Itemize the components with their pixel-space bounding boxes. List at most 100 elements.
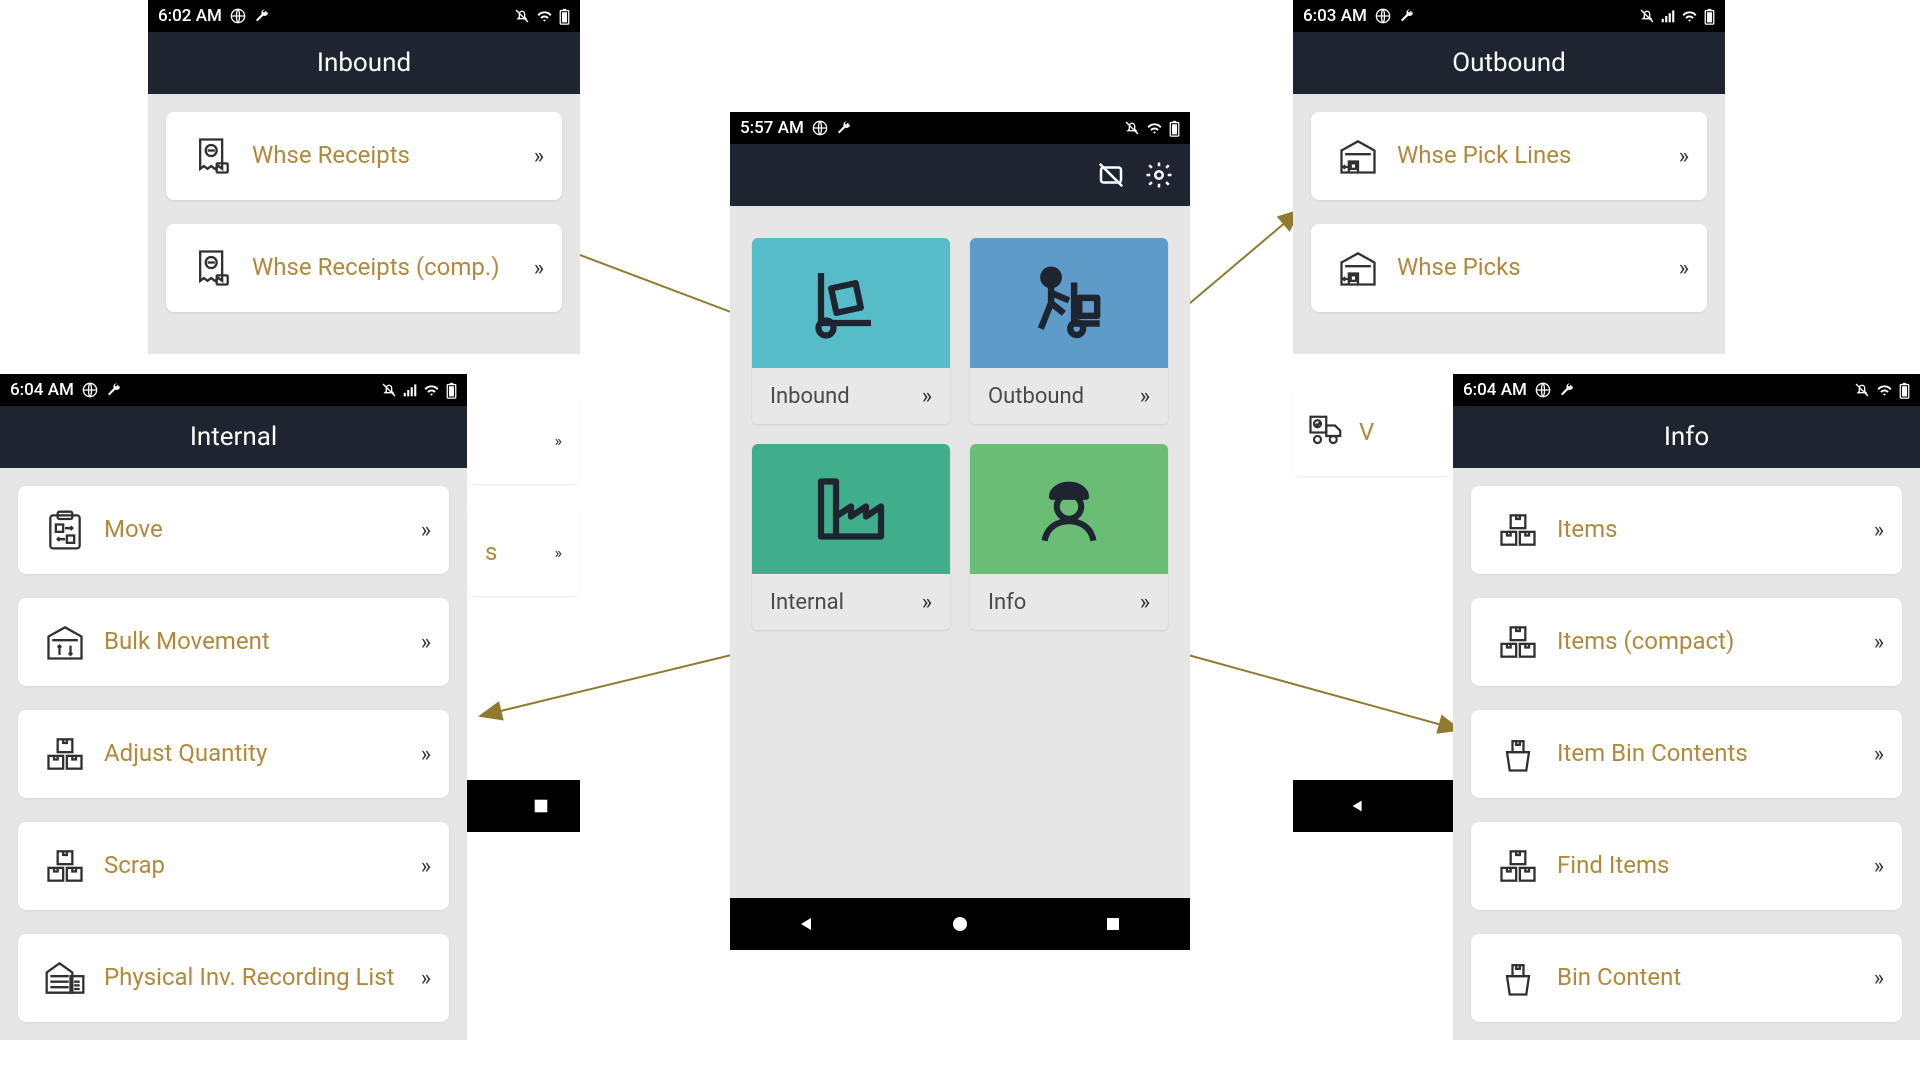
- tile-inbound[interactable]: Inbound»: [752, 238, 950, 424]
- warehouse-updown-icon: [36, 620, 94, 664]
- status-bar: 6:02 AM: [148, 0, 580, 32]
- bin-icon: [1489, 732, 1547, 776]
- wrench-icon: [1559, 382, 1575, 398]
- list-item-find-items[interactable]: Find Items »: [1471, 822, 1902, 910]
- list-item-label: Whse Pick Lines: [1387, 142, 1679, 170]
- wifi-icon: [1146, 121, 1163, 135]
- partial-list-item: s »: [467, 508, 580, 596]
- inbound-screen: 6:02 AM Inbound Whse Receipts » Whse Rec…: [148, 0, 580, 354]
- home-screen: 5:57 AM Inbound»: [730, 112, 1190, 950]
- screen-title: Inbound: [148, 32, 580, 94]
- clock: 6:04 AM: [1463, 380, 1527, 400]
- tile-label: Outbound: [988, 384, 1084, 409]
- tile-label: Inbound: [770, 384, 850, 409]
- list-item-whse-receipts-comp[interactable]: Whse Receipts (comp.) »: [166, 224, 562, 312]
- globe-icon: [812, 120, 828, 136]
- inbound-list: Whse Receipts » Whse Receipts (comp.) »: [148, 94, 580, 354]
- home-button[interactable]: [950, 914, 970, 934]
- tile-label: Info: [988, 590, 1026, 615]
- wifi-icon: [1876, 383, 1893, 397]
- list-item-adjust-quantity[interactable]: Adjust Quantity »: [18, 710, 449, 798]
- list-item-label: Find Items: [1547, 852, 1874, 880]
- chevron-right-icon: »: [421, 966, 431, 991]
- recents-button[interactable]: [1103, 914, 1123, 934]
- list-item-items[interactable]: Items »: [1471, 486, 1902, 574]
- list-item-item-bin-contents[interactable]: Item Bin Contents »: [1471, 710, 1902, 798]
- square-icon: [532, 797, 550, 815]
- screen-title: Outbound: [1293, 32, 1725, 94]
- screen-title: Info: [1453, 406, 1920, 468]
- warehouse-out-icon: [1329, 134, 1387, 178]
- factory-icon: [752, 444, 950, 574]
- tile-internal[interactable]: Internal»: [752, 444, 950, 630]
- boxes-icon: [1489, 620, 1547, 664]
- list-item-items-compact[interactable]: Items (compact) »: [1471, 598, 1902, 686]
- gear-icon[interactable]: [1144, 160, 1174, 190]
- bell-off-icon: [381, 382, 397, 398]
- back-button[interactable]: [797, 914, 817, 934]
- receipt-minus-icon: [184, 246, 242, 290]
- chevron-right-icon: »: [1874, 630, 1884, 655]
- list-item-label: Items (compact): [1547, 628, 1874, 656]
- chevron-right-icon: »: [1874, 966, 1884, 991]
- list-item-bin-content[interactable]: Bin Content »: [1471, 934, 1902, 1022]
- list-item-physical-inv[interactable]: Physical Inv. Recording List »: [18, 934, 449, 1022]
- chevron-right-icon: »: [421, 854, 431, 879]
- list-item-label: Whse Receipts (comp.): [242, 254, 534, 282]
- dolly-icon: [752, 238, 950, 368]
- status-bar: 5:57 AM: [730, 112, 1190, 144]
- list-item-whse-pick-lines[interactable]: Whse Pick Lines »: [1311, 112, 1707, 200]
- clipboard-move-icon: [36, 508, 94, 552]
- chevron-right-icon: »: [421, 518, 431, 543]
- wrench-icon: [1399, 8, 1415, 24]
- info-screen: 6:04 AM Info Items » Items (compact) »: [1453, 374, 1920, 1040]
- screen-title: Internal: [0, 406, 467, 468]
- warehouse-list-icon: [36, 956, 94, 1000]
- outbound-screen: 6:03 AM Outbound Whse Pick Lines » Whse …: [1293, 0, 1725, 354]
- clock: 6:02 AM: [158, 6, 222, 26]
- internal-list: Move » Bulk Movement » Adjust Quantity »…: [0, 468, 467, 1040]
- chevron-right-icon: »: [1874, 742, 1884, 767]
- tile-label: Internal: [770, 590, 844, 615]
- list-item-move[interactable]: Move »: [18, 486, 449, 574]
- wrench-icon: [106, 382, 122, 398]
- chevron-right-icon: »: [1679, 256, 1689, 281]
- battery-icon: [1169, 120, 1180, 137]
- chevron-right-icon: »: [1679, 144, 1689, 169]
- bin-icon: [1489, 956, 1547, 1000]
- battery-icon: [559, 8, 570, 25]
- clock: 5:57 AM: [740, 118, 804, 138]
- status-bar: 6:04 AM: [1453, 374, 1920, 406]
- truck-check-icon: [1307, 408, 1353, 456]
- clock: 6:03 AM: [1303, 6, 1367, 26]
- partial-list-item: »: [467, 396, 580, 484]
- partial-label: V: [1353, 418, 1374, 446]
- worker-hardhat-icon: [970, 444, 1168, 574]
- list-item-label: Bin Content: [1547, 964, 1874, 992]
- list-item-scrap[interactable]: Scrap »: [18, 822, 449, 910]
- list-item-label: Adjust Quantity: [94, 740, 421, 768]
- tile-outbound[interactable]: Outbound»: [970, 238, 1168, 424]
- bell-off-icon: [514, 8, 530, 24]
- chevron-right-icon: »: [1140, 590, 1150, 615]
- boxes-icon: [1489, 844, 1547, 888]
- tile-info[interactable]: Info »: [970, 444, 1168, 630]
- wrench-icon: [254, 8, 270, 24]
- chevron-right-icon: »: [1874, 854, 1884, 879]
- barcode-off-icon[interactable]: [1096, 160, 1126, 190]
- list-item-label: Bulk Movement: [94, 628, 421, 656]
- chevron-right-icon: »: [421, 742, 431, 767]
- chevron-right-icon: »: [534, 144, 544, 169]
- chevron-right-icon: »: [1874, 518, 1884, 543]
- android-nav-bar: [730, 898, 1190, 950]
- list-item-whse-picks[interactable]: Whse Picks »: [1311, 224, 1707, 312]
- receipt-minus-icon: [184, 134, 242, 178]
- chevron-right-icon: »: [534, 256, 544, 281]
- list-item-whse-receipts[interactable]: Whse Receipts »: [166, 112, 562, 200]
- boxes-icon: [36, 844, 94, 888]
- chevron-right-icon: »: [421, 630, 431, 655]
- list-item-bulk-movement[interactable]: Bulk Movement »: [18, 598, 449, 686]
- list-item-label: Physical Inv. Recording List: [94, 964, 421, 992]
- wifi-icon: [536, 9, 553, 23]
- wrench-icon: [836, 120, 852, 136]
